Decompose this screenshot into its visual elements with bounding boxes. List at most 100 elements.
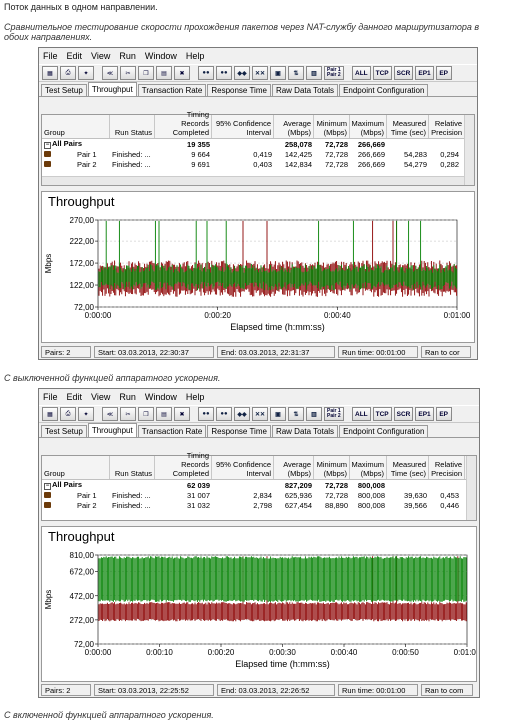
pair-toggle-icon[interactable]: Pair 1 Pair 2 xyxy=(324,66,344,80)
filter-tcp-button[interactable]: TCP xyxy=(372,66,392,80)
col-measured[interactable]: Measured Time (sec) xyxy=(387,456,429,479)
paste-icon[interactable]: ▤ xyxy=(156,407,172,421)
filter-tcp-button[interactable]: TCP xyxy=(372,407,392,421)
menu-run[interactable]: Run xyxy=(119,51,136,61)
filter-ep-button[interactable]: EP xyxy=(435,66,452,80)
collapse-icon[interactable]: − xyxy=(44,483,51,490)
col-maximum[interactable]: Maximum (Mbps) xyxy=(350,456,387,479)
col-average[interactable]: Average (Mbps) xyxy=(274,456,314,479)
table-row[interactable]: Pair 1 Finished: ... 9 664 0,419 142,425… xyxy=(42,149,474,159)
filter-ep-button[interactable]: EP xyxy=(435,407,452,421)
tab-raw-data-totals[interactable]: Raw Data Totals xyxy=(271,425,339,437)
pair-add-icon[interactable]: ●● xyxy=(198,407,214,421)
col-relative[interactable]: Relative Precision xyxy=(429,115,465,138)
group-icon[interactable]: ▣ xyxy=(270,407,286,421)
menu-help[interactable]: Help xyxy=(186,392,205,402)
tab-endpoint-configuration[interactable]: Endpoint Configuration xyxy=(339,84,429,96)
tab-transaction-rate[interactable]: Transaction Rate xyxy=(137,84,207,96)
col-average[interactable]: Average (Mbps) xyxy=(274,115,314,138)
pair-toggle-icon[interactable]: Pair 1 Pair 2 xyxy=(324,407,344,421)
col-confidence[interactable]: 95% Confidence Interval xyxy=(212,456,274,479)
sort-icon[interactable]: ⇅ xyxy=(288,66,304,80)
tab-raw-data-totals[interactable]: Raw Data Totals xyxy=(271,84,339,96)
filter-ep1-button[interactable]: EP1 xyxy=(415,66,434,80)
col-minimum[interactable]: Minimum (Mbps) xyxy=(314,115,350,138)
summary-average: 258,078 xyxy=(284,139,312,149)
menu-edit[interactable]: Edit xyxy=(67,51,83,61)
menu-run[interactable]: Run xyxy=(119,392,136,402)
stop-icon[interactable]: ≪ xyxy=(102,66,118,80)
collapse-icon[interactable]: − xyxy=(44,142,51,149)
tab-test-setup[interactable]: Test Setup xyxy=(41,425,87,437)
row-measured: 54,279 xyxy=(404,159,427,169)
multicast-icon[interactable]: ✕✕ xyxy=(252,407,268,421)
menu-window[interactable]: Window xyxy=(145,392,177,402)
cut-icon[interactable]: ✂ xyxy=(120,66,136,80)
print-icon[interactable]: ⎙ xyxy=(60,66,76,80)
col-confidence[interactable]: 95% Confidence Interval xyxy=(212,115,274,138)
tab-throughput[interactable]: Throughput xyxy=(87,82,137,96)
delete-icon[interactable]: ✖ xyxy=(174,66,190,80)
new-icon[interactable]: ▦ xyxy=(42,407,58,421)
tab-response-time[interactable]: Response Time xyxy=(207,425,271,437)
vertical-scrollbar[interactable] xyxy=(466,456,476,520)
paste-icon[interactable]: ▤ xyxy=(156,66,172,80)
graph-icon[interactable]: ▥ xyxy=(306,407,322,421)
table-row[interactable]: Pair 2 Finished: ... 31 032 2,798 627,45… xyxy=(42,500,476,510)
pair-add-icon[interactable]: ●● xyxy=(198,66,214,80)
summary-row[interactable]: − All Pairs 19 355 258,078 72,728 266,669 xyxy=(42,139,474,149)
pair-link-icon[interactable]: ◆◆ xyxy=(234,407,250,421)
run-icon[interactable]: ✦ xyxy=(78,66,94,80)
copy-icon[interactable]: ❐ xyxy=(138,407,154,421)
tab-test-setup[interactable]: Test Setup xyxy=(41,84,87,96)
copy-icon[interactable]: ❐ xyxy=(138,66,154,80)
menu-view[interactable]: View xyxy=(91,51,110,61)
pair-link-icon[interactable]: ◆◆ xyxy=(234,66,250,80)
col-timing[interactable]: Timing Records Completed xyxy=(155,110,212,138)
filter-scr-button[interactable]: SCR xyxy=(393,407,414,421)
vertical-scrollbar[interactable] xyxy=(464,115,474,185)
menu-edit[interactable]: Edit xyxy=(67,392,83,402)
menu-view[interactable]: View xyxy=(91,392,110,402)
filter-ep1-button[interactable]: EP1 xyxy=(415,407,434,421)
menu-file[interactable]: File xyxy=(43,392,58,402)
pair-edit-icon[interactable]: ●● xyxy=(216,407,232,421)
delete-icon[interactable]: ✖ xyxy=(174,407,190,421)
menu-file[interactable]: File xyxy=(43,51,58,61)
stop-icon[interactable]: ≪ xyxy=(102,407,118,421)
filter-all-button[interactable]: ALL xyxy=(352,407,371,421)
summary-row[interactable]: − All Pairs 62 039 827,209 72,728 800,008 xyxy=(42,480,476,490)
sort-icon[interactable]: ⇅ xyxy=(288,407,304,421)
col-maximum[interactable]: Maximum (Mbps) xyxy=(350,115,387,138)
col-timing[interactable]: Timing Records Completed xyxy=(155,451,212,479)
print-icon[interactable]: ⎙ xyxy=(60,407,76,421)
cut-icon[interactable]: ✂ xyxy=(120,407,136,421)
col-group[interactable]: Group xyxy=(42,456,110,479)
tab-transaction-rate[interactable]: Transaction Rate xyxy=(137,425,207,437)
filter-scr-button[interactable]: SCR xyxy=(393,66,414,80)
col-group[interactable]: Group xyxy=(42,115,110,138)
col-run-status[interactable]: Run Status xyxy=(110,115,155,138)
col-measured[interactable]: Measured Time (sec) xyxy=(387,115,429,138)
group-icon[interactable]: ▣ xyxy=(270,66,286,80)
tab-response-time[interactable]: Response Time xyxy=(207,84,271,96)
new-icon[interactable]: ▦ xyxy=(42,66,58,80)
table-row[interactable]: Pair 2 Finished: ... 9 691 0,403 142,834… xyxy=(42,159,474,169)
filter-all-button[interactable]: ALL xyxy=(352,66,371,80)
col-relative[interactable]: Relative Precision xyxy=(429,456,465,479)
row-average: 142,834 xyxy=(284,159,312,169)
graph-icon[interactable]: ▥ xyxy=(306,66,322,80)
menu-window[interactable]: Window xyxy=(145,51,177,61)
pair-edit-icon[interactable]: ●● xyxy=(216,66,232,80)
col-run-status[interactable]: Run Status xyxy=(110,456,155,479)
multicast-icon[interactable]: ✕✕ xyxy=(252,66,268,80)
row-timing: 31 007 xyxy=(187,490,210,500)
run-icon[interactable]: ✦ xyxy=(78,407,94,421)
tab-throughput[interactable]: Throughput xyxy=(87,423,137,437)
tab-endpoint-configuration[interactable]: Endpoint Configuration xyxy=(339,425,429,437)
doc-line-3: обоих направлениях. xyxy=(4,32,93,42)
menu-help[interactable]: Help xyxy=(186,51,205,61)
table-row[interactable]: Pair 1 Finished: ... 31 007 2,834 625,93… xyxy=(42,490,476,500)
horizontal-scrollbar[interactable] xyxy=(42,176,464,185)
col-minimum[interactable]: Minimum (Mbps) xyxy=(314,456,350,479)
